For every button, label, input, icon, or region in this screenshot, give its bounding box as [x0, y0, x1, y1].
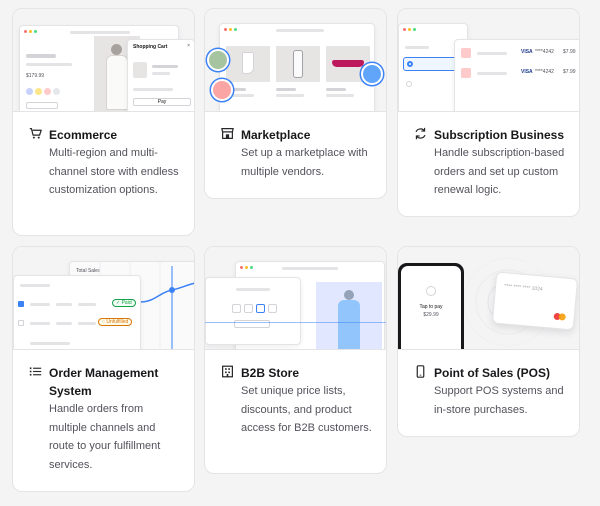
list-icon	[29, 364, 49, 474]
ecommerce-preview: $179.99 Shopping Cart × Pay	[13, 9, 194, 112]
card-order-management[interactable]: Total Sales ✓ Paid ◌ Unfulfilled Order M…	[12, 246, 195, 492]
renewals-window: VISA ****4242 $7.99 VISA ****4242 $7.99	[454, 39, 579, 111]
subscription-preview: VISA ****4242 $7.99 VISA ****4242 $7.99	[398, 9, 579, 112]
status-badge: ◌ Unfulfilled	[98, 318, 133, 326]
b2b-preview	[205, 247, 386, 350]
apple-pay-button[interactable]: Pay	[133, 98, 191, 106]
card-description: Support POS systems and in-store purchas…	[434, 385, 564, 416]
oms-preview: Total Sales ✓ Paid ◌ Unfulfilled	[13, 247, 194, 350]
marketplace-window	[219, 23, 375, 111]
color-swatches[interactable]	[26, 88, 60, 95]
credit-card: **** **** **** 1024	[491, 271, 579, 331]
card-description: Set unique price lists, discounts, and p…	[241, 385, 372, 434]
vendor-avatar	[207, 49, 229, 71]
card-point-of-sales[interactable]: Tap to pay $29.99 **** **** **** 1024 Po…	[397, 246, 580, 437]
vendor-avatar	[361, 63, 383, 85]
calendar-icon	[461, 68, 471, 78]
card-description: Handle subscription-based orders and set…	[434, 147, 565, 196]
badge-unfulfilled-label: Unfulfilled	[106, 319, 129, 325]
tap-to-pay-label: Tap to pay	[419, 304, 443, 310]
card-description: Multi-region and multi-channel store wit…	[49, 147, 179, 196]
card-b2b-store[interactable]: B2B Store Set unique price lists, discou…	[204, 246, 387, 474]
vendor-avatar	[211, 79, 233, 101]
pos-preview: Tap to pay $29.99 **** **** **** 1024	[398, 247, 579, 350]
cart-item-thumb	[133, 62, 147, 78]
card-title: Point of Sales (POS)	[434, 366, 551, 380]
store-icon	[221, 126, 241, 181]
product-image	[316, 282, 382, 349]
quantity-selector[interactable]	[232, 304, 277, 313]
pos-phone: Tap to pay $29.99	[398, 263, 464, 349]
card-number: **** **** **** 1024	[503, 283, 543, 293]
renewal-amount: $7.99	[563, 69, 576, 75]
add-to-cart-button[interactable]	[26, 102, 58, 109]
cart-icon	[29, 126, 49, 200]
radio-option[interactable]	[406, 81, 412, 87]
card-title: Order Management System	[49, 366, 159, 398]
card-marketplace[interactable]: Marketplace Set up a marketplace with mu…	[204, 8, 387, 199]
status-badge: ✓ Paid	[112, 299, 136, 307]
card-description: Handle orders from multiple channels and…	[49, 403, 161, 471]
card-title: Subscription Business	[434, 128, 565, 142]
mastercard-logo	[553, 312, 567, 321]
card-brand: VISA	[521, 49, 533, 55]
building-icon	[221, 364, 241, 438]
card-subscription-business[interactable]: VISA ****4242 $7.99 VISA ****4242 $7.99 …	[397, 8, 580, 217]
order-checkbox[interactable]	[18, 301, 24, 307]
orders-list-window: ✓ Paid ◌ Unfulfilled	[13, 275, 141, 349]
card-number: ****4242	[535, 69, 554, 75]
card-title: Ecommerce	[49, 128, 118, 142]
pay-label: Pay	[157, 99, 167, 105]
cart-panel: Shopping Cart × Pay	[127, 39, 194, 111]
divider	[205, 322, 386, 323]
refresh-icon	[414, 126, 434, 200]
order-checkbox[interactable]	[18, 320, 24, 326]
product-socks	[226, 46, 270, 82]
badge-paid-label: Paid	[121, 300, 132, 306]
card-title: Marketplace	[241, 128, 311, 142]
product-bottle	[276, 46, 320, 82]
close-icon[interactable]: ×	[187, 43, 190, 49]
cart-title: Shopping Cart	[133, 44, 168, 50]
price-list-panel	[205, 277, 301, 345]
card-ecommerce[interactable]: $179.99 Shopping Cart × Pay Ecommerce Mu…	[12, 8, 195, 236]
card-number: ****4242	[535, 49, 554, 55]
calendar-icon	[461, 48, 471, 58]
pos-amount: $29.99	[423, 312, 439, 318]
product-price: $179.99	[26, 73, 45, 79]
card-title: B2B Store	[241, 366, 300, 380]
contactless-icon	[426, 286, 436, 296]
card-description: Set up a marketplace with multiple vendo…	[241, 147, 368, 178]
renewal-amount: $7.99	[563, 49, 576, 55]
phone-icon	[414, 364, 434, 419]
marketplace-preview	[205, 9, 386, 112]
card-brand: VISA	[521, 69, 533, 75]
